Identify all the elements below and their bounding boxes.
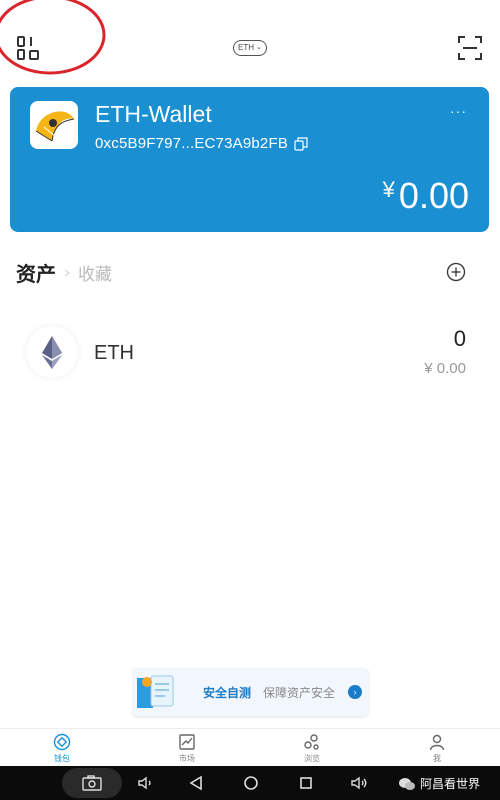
copy-icon[interactable] xyxy=(294,136,308,151)
system-nav-bar: 阿昌看世界 xyxy=(0,766,500,800)
banner-subtitle: 保障资产安全 xyxy=(263,686,336,700)
nav-label: 我 xyxy=(433,754,441,763)
asset-row-eth[interactable]: ETH 0 ¥ 0.00 xyxy=(0,320,500,386)
volume-up-icon[interactable] xyxy=(350,774,368,792)
nav-market[interactable]: 市场 xyxy=(157,733,217,764)
wallet-name: ETH-Wallet xyxy=(95,101,212,127)
balance-amount: 0.00 xyxy=(398,175,469,216)
top-bar: ETH ⌄ xyxy=(0,0,500,90)
more-options-icon[interactable]: ··· xyxy=(450,103,467,119)
qr-grid-icon[interactable] xyxy=(14,34,42,62)
wallet-address-row: 0xc5B9F797...EC73A9b2FB xyxy=(95,135,308,152)
nav-label: 浏览 xyxy=(304,754,320,763)
bottom-nav: 钱包 市场 浏览 我 xyxy=(0,728,500,767)
tab-assets[interactable]: 资产 xyxy=(16,258,56,287)
wallet-address: 0xc5B9F797...EC73A9b2FB xyxy=(95,135,289,152)
nav-label: 钱包 xyxy=(54,754,70,763)
watermark: 阿昌看世界 xyxy=(398,775,480,792)
wallet-card[interactable]: ETH-Wallet 0xc5B9F797...EC73A9b2FB ··· ¥… xyxy=(10,87,489,232)
volume-down-icon[interactable] xyxy=(136,774,154,792)
tab-separator xyxy=(64,269,70,276)
watermark-text: 阿昌看世界 xyxy=(420,777,481,791)
nav-profile[interactable]: 我 xyxy=(407,733,467,764)
nav-label: 市场 xyxy=(179,754,195,763)
asset-symbol: ETH xyxy=(94,342,134,364)
tab-favorites[interactable]: 收藏 xyxy=(78,260,112,285)
wechat-icon xyxy=(399,777,415,790)
profile-icon xyxy=(429,734,445,751)
chevron-down-icon: ⌄ xyxy=(256,44,262,51)
screenshot-button[interactable] xyxy=(62,768,122,798)
wallet-icon xyxy=(53,733,71,751)
camera-icon xyxy=(82,775,102,791)
chevron-right-icon: › xyxy=(348,685,362,699)
recents-icon[interactable] xyxy=(297,774,315,792)
chain-label: ETH xyxy=(238,43,254,52)
scan-icon[interactable] xyxy=(456,34,484,62)
add-asset-icon[interactable] xyxy=(446,262,466,282)
chain-selector[interactable]: ETH ⌄ xyxy=(233,40,267,56)
wallet-logo xyxy=(30,101,78,149)
ethereum-icon xyxy=(26,326,78,378)
nav-wallet[interactable]: 钱包 xyxy=(32,733,92,764)
home-icon[interactable] xyxy=(242,774,260,792)
browse-icon xyxy=(304,734,319,750)
nav-browse[interactable]: 浏览 xyxy=(282,733,342,764)
currency-symbol: ¥ xyxy=(382,177,395,202)
asset-amount: 0 xyxy=(453,326,466,351)
asset-fiat-value: ¥ 0.00 xyxy=(424,360,466,377)
banner-title: 安全自测 xyxy=(203,686,252,700)
market-icon xyxy=(179,734,195,750)
wallet-balance: ¥ 0.00 xyxy=(383,175,469,217)
document-shield-icon xyxy=(137,675,174,708)
asset-tabs: 资产 收藏 xyxy=(16,258,112,287)
back-icon[interactable] xyxy=(187,774,205,792)
security-check-banner[interactable]: 安全自测 保障资产安全 › xyxy=(133,668,368,716)
